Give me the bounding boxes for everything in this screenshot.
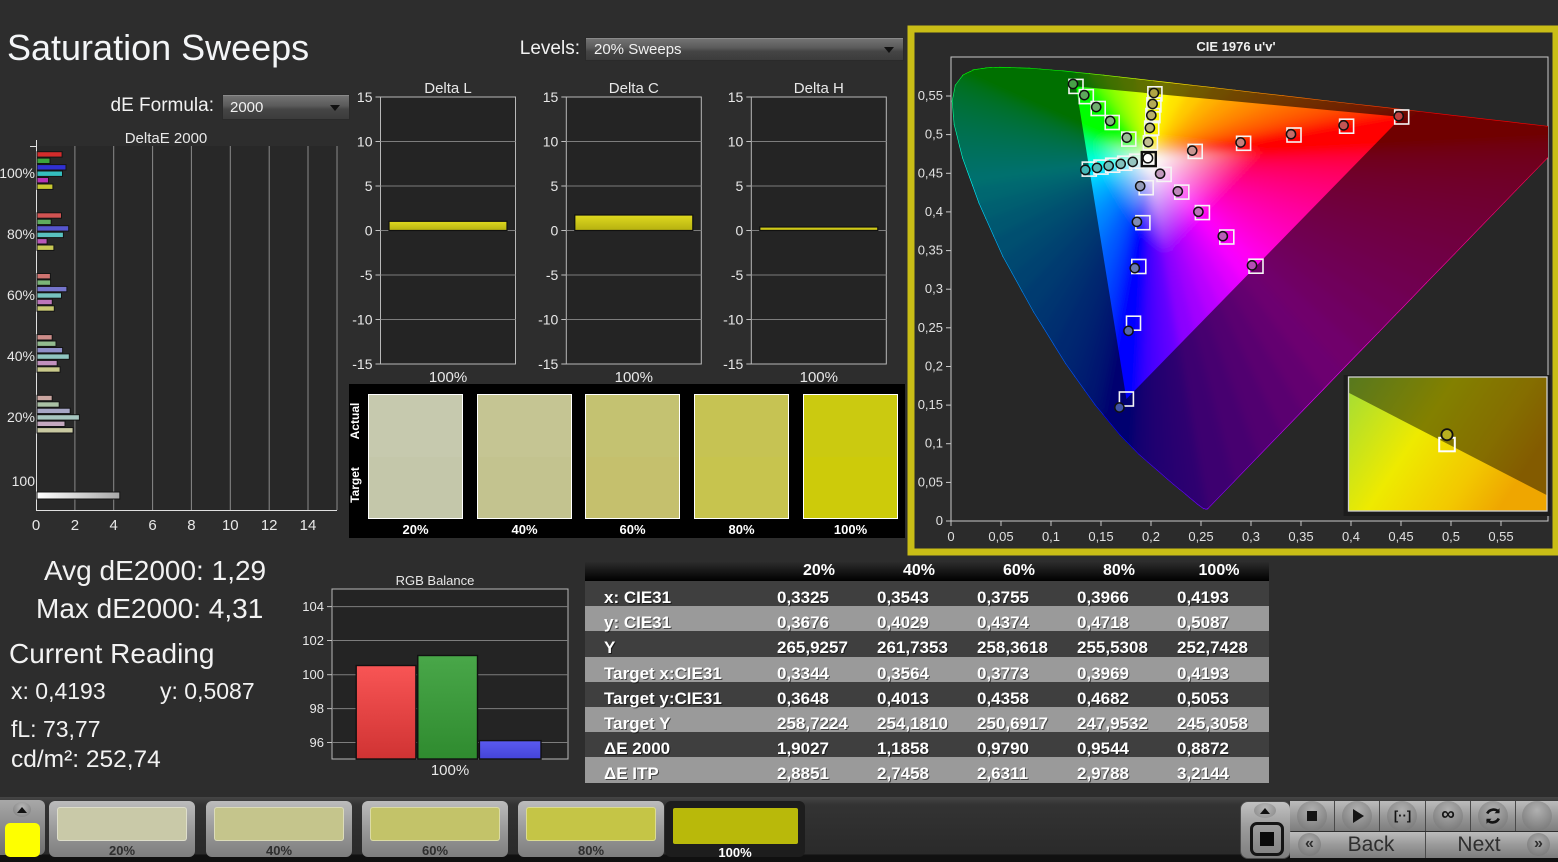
svg-text:60%: 60% (7, 287, 35, 303)
svg-text:8: 8 (187, 517, 195, 534)
svg-text:0,45: 0,45 (1388, 529, 1413, 544)
svg-text:10: 10 (222, 517, 239, 534)
svg-text:0,35: 0,35 (918, 243, 943, 258)
svg-text:0,4: 0,4 (1342, 529, 1360, 544)
svg-text:0,3: 0,3 (925, 281, 943, 296)
svg-text:0,4: 0,4 (925, 204, 943, 219)
svg-text:98: 98 (310, 701, 324, 716)
svg-text:0,2: 0,2 (1142, 529, 1160, 544)
svg-text:0,1: 0,1 (1042, 529, 1060, 544)
svg-text:0,05: 0,05 (918, 474, 943, 489)
svg-text:14: 14 (300, 517, 317, 534)
svg-text:0,55: 0,55 (918, 88, 943, 103)
svg-text:100: 100 (302, 667, 324, 682)
svg-text:-15: -15 (723, 356, 743, 372)
svg-text:0,5: 0,5 (925, 127, 943, 142)
svg-text:104: 104 (302, 599, 324, 614)
svg-text:10: 10 (357, 134, 373, 150)
svg-text:-15: -15 (538, 356, 558, 372)
svg-text:100%: 100% (0, 165, 35, 181)
svg-text:0: 0 (936, 513, 943, 528)
svg-text:40%: 40% (7, 348, 35, 364)
svg-text:0,15: 0,15 (1088, 529, 1113, 544)
svg-text:-5: -5 (360, 267, 373, 283)
svg-text:0,55: 0,55 (1488, 529, 1513, 544)
svg-text:5: 5 (736, 178, 744, 194)
svg-text:100%: 100% (431, 762, 469, 779)
svg-text:15: 15 (357, 89, 373, 105)
svg-text:0: 0 (32, 517, 40, 534)
svg-text:102: 102 (302, 633, 324, 648)
svg-text:CIE 1976 u'v': CIE 1976 u'v' (1196, 39, 1275, 54)
svg-text:0: 0 (947, 529, 954, 544)
svg-text:Delta H: Delta H (794, 80, 844, 97)
svg-text:6: 6 (148, 517, 156, 534)
svg-text:5: 5 (551, 178, 559, 194)
svg-text:0,35: 0,35 (1288, 529, 1313, 544)
svg-text:-15: -15 (352, 356, 372, 372)
svg-text:15: 15 (543, 89, 559, 105)
svg-text:0,3: 0,3 (1242, 529, 1260, 544)
svg-text:0,05: 0,05 (988, 529, 1013, 544)
svg-text:-5: -5 (546, 267, 559, 283)
svg-text:-10: -10 (352, 312, 372, 328)
svg-text:5: 5 (365, 178, 373, 194)
svg-text:0,5: 0,5 (1442, 529, 1460, 544)
svg-text:0,45: 0,45 (918, 165, 943, 180)
svg-text:RGB Balance: RGB Balance (396, 573, 475, 588)
svg-text:-5: -5 (731, 267, 744, 283)
svg-text:0,25: 0,25 (1188, 529, 1213, 544)
svg-text:DeltaE 2000: DeltaE 2000 (125, 130, 208, 147)
svg-text:10: 10 (728, 134, 744, 150)
svg-text:12: 12 (261, 517, 278, 534)
svg-text:0,2: 0,2 (925, 359, 943, 374)
svg-text:0: 0 (736, 223, 744, 239)
svg-text:20%: 20% (7, 409, 35, 425)
svg-text:-10: -10 (538, 312, 558, 328)
svg-text:2: 2 (71, 517, 79, 534)
svg-text:0: 0 (365, 223, 373, 239)
svg-text:Delta C: Delta C (609, 80, 659, 97)
svg-text:0: 0 (551, 223, 559, 239)
svg-text:80%: 80% (7, 226, 35, 242)
svg-text:96: 96 (310, 735, 324, 750)
svg-text:100: 100 (12, 473, 36, 489)
svg-text:0,25: 0,25 (918, 320, 943, 335)
svg-text:15: 15 (728, 89, 744, 105)
svg-text:0,1: 0,1 (925, 436, 943, 451)
svg-text:4: 4 (110, 517, 118, 534)
svg-text:10: 10 (543, 134, 559, 150)
svg-text:-10: -10 (723, 312, 743, 328)
svg-text:0,15: 0,15 (918, 397, 943, 412)
svg-text:Delta L: Delta L (424, 80, 472, 97)
